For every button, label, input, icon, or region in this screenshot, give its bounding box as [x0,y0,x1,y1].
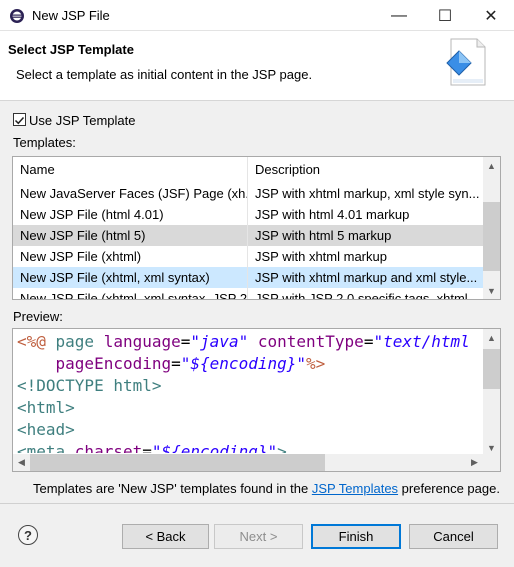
cell-description: JSP with xhtml markup and xml style... [255,270,478,285]
cancel-button[interactable]: Cancel [409,524,498,549]
cell-name: New JSP File (xhtml, xml syntax, JSP 2..… [13,288,248,299]
preview-label: Preview: [13,309,63,324]
banner-description: Select a template as initial content in … [16,67,313,82]
scrollbar-thumb[interactable] [483,349,500,389]
cell-name: New JSP File (xhtml) [13,246,248,267]
help-icon[interactable]: ? [18,525,38,545]
cell-name: New JSP File (xhtml, xml syntax) [13,267,248,288]
jsp-wizard-graphic-icon [446,38,486,86]
code-preview: <%@ page language="java" contentType="te… [17,332,470,453]
table-row[interactable]: New JSP File (xhtml, xml syntax, JSP 2..… [13,288,483,300]
table-vertical-scrollbar[interactable]: ▲ ▼ [483,157,500,299]
preview-pane[interactable]: <%@ page language="java" contentType="te… [12,328,501,472]
close-button[interactable]: ✕ [468,0,514,31]
footer-separator [0,503,514,504]
banner-title: Select JSP Template [8,42,134,57]
chevron-left-icon[interactable]: ◀ [13,454,30,471]
checkmark-icon [14,116,25,125]
column-header-name[interactable]: Name [13,157,248,183]
use-template-label[interactable]: Use JSP Template [29,113,135,128]
eclipse-icon [10,9,24,23]
maximize-button[interactable]: ☐ [422,0,468,31]
cell-description: JSP with xhtml markup, xml style syn... [255,186,480,201]
window-title: New JSP File [32,8,110,23]
preview-horizontal-scrollbar[interactable]: ◀ ▶ [13,454,483,471]
cell-name: New JSP File (html 5) [13,225,248,246]
next-button[interactable]: Next > [214,524,303,549]
jsp-templates-link[interactable]: JSP Templates [312,481,398,496]
cell-name: New JavaServer Faces (JSF) Page (xh... [13,183,248,204]
table-row[interactable]: New JavaServer Faces (JSF) Page (xh... J… [13,183,483,204]
templates-table[interactable]: Name Description New JavaServer Faces (J… [12,156,501,300]
cell-name: New JSP File (html 4.01) [13,204,248,225]
table-row-selected[interactable]: New JSP File (html 5) JSP with html 5 ma… [13,225,483,246]
chevron-down-icon[interactable]: ▼ [483,282,500,299]
cell-description: JSP with html 5 markup [255,228,392,243]
scrollbar-thumb[interactable] [30,454,325,471]
back-button[interactable]: < Back [122,524,209,549]
scrollbar-corner [483,454,500,471]
scrollbar-thumb[interactable] [483,202,500,271]
minimize-button[interactable]: — [376,0,422,31]
cell-description: JSP with xhtml markup [255,249,387,264]
table-row[interactable]: New JSP File (xhtml) JSP with xhtml mark… [13,246,483,267]
templates-label: Templates: [13,135,76,150]
chevron-up-icon[interactable]: ▲ [483,329,500,346]
templates-info-text: Templates are 'New JSP' templates found … [33,481,500,496]
cell-description: JSP with JSP 2.0 specific tags, xhtml... [255,291,479,300]
chevron-up-icon[interactable]: ▲ [483,157,500,174]
column-header-description[interactable]: Description [248,157,483,183]
preview-vertical-scrollbar[interactable]: ▲ ▼ [483,329,500,456]
table-row[interactable]: New JSP File (html 4.01) JSP with html 4… [13,204,483,225]
cell-description: JSP with html 4.01 markup [255,207,410,222]
use-template-checkbox[interactable] [13,113,26,126]
table-row-hovered[interactable]: New JSP File (xhtml, xml syntax) JSP wit… [13,267,483,288]
finish-button[interactable]: Finish [311,524,401,549]
chevron-right-icon[interactable]: ▶ [466,454,483,471]
